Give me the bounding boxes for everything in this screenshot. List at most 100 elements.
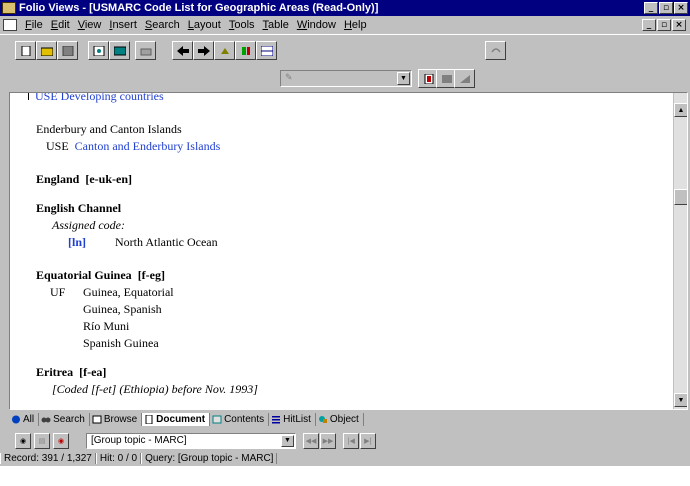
- tab-hitlist[interactable]: HitList: [269, 413, 316, 426]
- binoculars-button[interactable]: ◉: [15, 433, 31, 449]
- menu-search[interactable]: Search: [141, 19, 184, 31]
- doc-restore-button[interactable]: ▫: [657, 18, 671, 31]
- use-link[interactable]: Canton and Enderbury Islands: [75, 139, 221, 153]
- forward-button[interactable]: [193, 41, 214, 60]
- object-icon: [318, 416, 327, 423]
- save-button[interactable]: [57, 41, 78, 60]
- entry-heading-with-code: Equatorial Guinea [f-eg]: [36, 268, 165, 283]
- new-button[interactable]: [15, 41, 36, 60]
- contents-icon: [212, 415, 222, 424]
- book-button[interactable]: [109, 41, 130, 60]
- popup-button[interactable]: [454, 69, 475, 88]
- entry-heading-text: England: [36, 172, 80, 186]
- chevron-down-icon[interactable]: ▼: [397, 72, 410, 85]
- print-preview-button[interactable]: [88, 41, 109, 60]
- partial-use-line: USE Developing countries: [28, 93, 164, 104]
- partial-use-text[interactable]: USE Developing countries: [35, 93, 164, 103]
- assigned-code-label: Assigned code:: [52, 218, 125, 232]
- menu-table[interactable]: Table: [259, 19, 293, 31]
- doc-close-button[interactable]: ×: [672, 18, 686, 31]
- tab-label: All: [23, 414, 35, 425]
- tab-label: Search: [53, 414, 85, 425]
- highlighter-icon: [241, 46, 250, 55]
- back-button[interactable]: [172, 41, 193, 60]
- next-document-button[interactable]: ▶|: [360, 433, 376, 449]
- table-button[interactable]: [256, 41, 277, 60]
- tab-document[interactable]: Document: [142, 413, 211, 426]
- folio-app-icon[interactable]: [2, 2, 16, 14]
- arrow-right-icon: [197, 45, 210, 56]
- assigned-code-link[interactable]: [ln]: [68, 235, 86, 249]
- geographic-code: [f-ea]: [79, 365, 107, 379]
- tab-object[interactable]: Object: [316, 413, 364, 426]
- scroll-up-button[interactable]: ▲: [674, 103, 687, 117]
- document-system-menu-icon[interactable]: [3, 18, 17, 31]
- jump-button[interactable]: [214, 41, 235, 60]
- tab-search[interactable]: Search: [39, 413, 90, 426]
- cursor-bar: [28, 93, 29, 100]
- assigned-code-row: [ln] North Atlantic Ocean: [68, 235, 218, 250]
- advanced-query-button[interactable]: ◉: [53, 433, 69, 449]
- doc-minimize-button[interactable]: _: [642, 18, 656, 31]
- undo-icon: [490, 47, 501, 52]
- template-icon: ▤: [38, 437, 46, 445]
- view-tabs: All Search Browse Document Contents HitL…: [9, 412, 688, 427]
- window-title: Folio Views - [USMARC Code List for Geog…: [19, 2, 379, 14]
- query-template-button[interactable]: ▤: [34, 433, 50, 449]
- book-icon: [113, 46, 126, 55]
- coding-note: [Coded [f-et] (Ethiopia) before Nov. 199…: [52, 382, 258, 396]
- next-hit-button[interactable]: ▶▶: [320, 433, 336, 449]
- open-button[interactable]: [36, 41, 57, 60]
- menu-edit[interactable]: Edit: [47, 19, 74, 31]
- document-icon: [145, 415, 153, 424]
- scroll-thumb[interactable]: [674, 189, 687, 205]
- menu-help[interactable]: Help: [340, 19, 371, 31]
- binoculars-icon: [41, 417, 51, 423]
- globe-icon: [12, 415, 20, 424]
- note-icon: [441, 74, 452, 83]
- tab-all[interactable]: All: [9, 413, 40, 426]
- format-toolbar: ✎ ▼: [0, 64, 690, 92]
- uf-item: Río Muni: [83, 319, 130, 333]
- use-reference: USE Canton and Enderbury Islands: [46, 139, 220, 154]
- group-select[interactable]: [Group topic - MARC] ▼: [86, 433, 296, 449]
- entry-heading: Enderbury and Canton Islands: [36, 122, 182, 136]
- status-bar: Record: 391 / 1,327 Hit: 0 / 0 Query: [G…: [0, 451, 690, 466]
- main-toolbar: [0, 34, 690, 64]
- document-pane[interactable]: USE Developing countries Enderbury and C…: [9, 92, 688, 410]
- title-bar[interactable]: Folio Views - [USMARC Code List for Geog…: [0, 0, 690, 16]
- open-folder-icon: [40, 47, 53, 56]
- entry-heading-text: Equatorial Guinea: [36, 268, 132, 282]
- application-window: Folio Views - [USMARC Code List for Geog…: [0, 0, 690, 466]
- print-button[interactable]: [135, 41, 156, 60]
- pencil-icon: ✎: [285, 72, 293, 82]
- scroll-down-button[interactable]: ▼: [674, 393, 687, 407]
- maximize-button[interactable]: ▫: [659, 2, 673, 14]
- tab-label: Document: [156, 414, 206, 425]
- menu-view[interactable]: View: [74, 19, 106, 31]
- uf-item: Spanish Guinea: [83, 336, 159, 350]
- chevron-down-icon[interactable]: ▼: [281, 435, 294, 447]
- menu-tools[interactable]: Tools: [225, 19, 259, 31]
- tab-browse[interactable]: Browse: [90, 413, 143, 426]
- close-button[interactable]: ×: [674, 2, 688, 14]
- hitlist-icon: [272, 416, 281, 424]
- menu-window[interactable]: Window: [293, 19, 340, 31]
- entry-heading: English Channel: [36, 201, 122, 215]
- group-select-value: [Group topic - MARC]: [91, 435, 187, 446]
- menu-layout[interactable]: Layout: [184, 19, 225, 31]
- menu-insert[interactable]: Insert: [105, 19, 141, 31]
- previous-hit-button[interactable]: ◀◀: [303, 433, 319, 449]
- popup-icon: [459, 74, 470, 83]
- tab-contents[interactable]: Contents: [210, 413, 270, 426]
- highlight-button[interactable]: [235, 41, 256, 60]
- style-combo[interactable]: ✎ ▼: [280, 70, 412, 87]
- previous-document-button[interactable]: |◀: [343, 433, 359, 449]
- minimize-button[interactable]: _: [644, 2, 658, 14]
- assigned-code-name: North Atlantic Ocean: [115, 235, 218, 249]
- tab-label: Browse: [103, 414, 138, 425]
- previous-document-icon: |◀: [347, 437, 355, 445]
- vertical-scrollbar[interactable]: ▲ ▼: [673, 93, 687, 409]
- undo-button[interactable]: [485, 41, 506, 60]
- menu-file[interactable]: File: [21, 19, 47, 31]
